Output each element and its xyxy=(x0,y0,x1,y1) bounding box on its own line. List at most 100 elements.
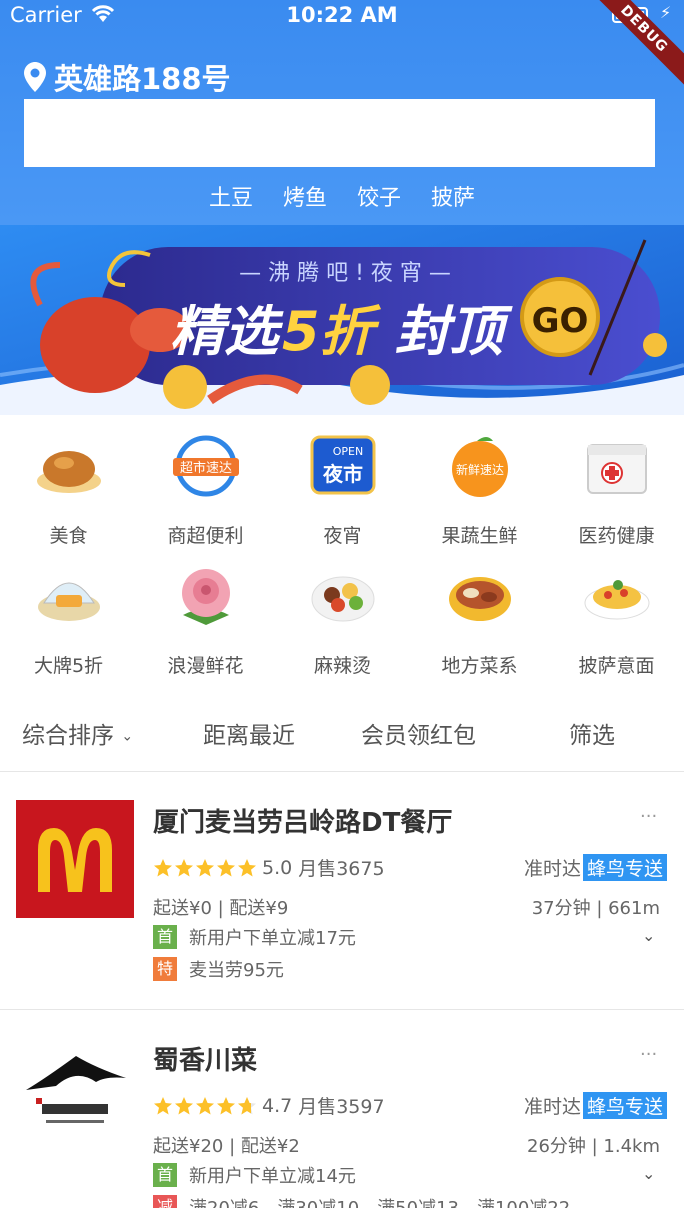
sort-comprehensive[interactable]: 综合排序 ⌄ xyxy=(22,716,133,750)
filter-button[interactable]: 筛选 xyxy=(569,716,615,750)
address-selector[interactable]: 英雄路188号 xyxy=(24,56,231,98)
spicy-hotpot-icon xyxy=(311,576,375,622)
star-half-icon xyxy=(238,1096,256,1114)
category-grid: 美食 超市速达 商超便利 OPEN 夜市 夜宵 新鲜速达 果蔬生鲜 医药健康 大… xyxy=(0,425,684,695)
rating-score: 5.0 xyxy=(262,856,293,879)
svg-text:OPEN: OPEN xyxy=(333,445,363,458)
rating-score: 4.7 xyxy=(262,1094,293,1117)
promo-item: 特 麦当劳95元 xyxy=(153,956,284,982)
star-icon xyxy=(217,1096,235,1114)
category-label: 大牌5折 xyxy=(33,655,104,677)
category-label: 披萨意面 xyxy=(578,655,655,677)
category-local-cuisine[interactable]: 地方菜系 xyxy=(411,555,548,685)
shuxiang-logo xyxy=(16,1038,134,1156)
svg-text:夜市: 夜市 xyxy=(322,462,363,486)
shop-logo xyxy=(16,800,134,918)
promo-tag: 首 xyxy=(153,925,177,949)
rating-stars: 5.0 月售3675 xyxy=(153,854,385,881)
delivery-time-distance: 26分钟 | 1.4km xyxy=(527,1136,660,1157)
more-options-icon[interactable]: ··· xyxy=(640,806,657,827)
svg-text:新鲜速达: 新鲜速达 xyxy=(456,462,504,477)
sort-bar: 综合排序 ⌄ 距离最近 会员领红包 筛选 xyxy=(0,700,684,772)
shop-list-item[interactable]: 厦门麦当劳吕岭路DT餐厅 ··· 5.0 月售3675 准时达 蜂鸟专送 起送¥… xyxy=(0,772,684,1010)
star-icon xyxy=(175,1096,193,1114)
sort-comprehensive-label: 综合排序 xyxy=(22,723,114,749)
fresh-fruit-icon: 新鲜速达 xyxy=(452,437,508,497)
hot-word-potato[interactable]: 土豆 xyxy=(209,180,253,212)
ontime-label: 准时达 xyxy=(524,858,582,880)
star-icon xyxy=(196,1096,214,1114)
banner-headline-b: 5折 xyxy=(282,300,382,363)
star-icon xyxy=(238,858,256,876)
pizza-pasta-icon xyxy=(584,580,650,620)
star-icon xyxy=(196,858,214,876)
hot-word-dumplings[interactable]: 饺子 xyxy=(357,180,401,212)
chevron-down-icon: ⌄ xyxy=(121,728,134,745)
night-market-icon: OPEN 夜市 xyxy=(310,435,376,495)
delivery-badge: 准时达 蜂鸟专送 xyxy=(524,1092,668,1119)
category-label: 麻辣烫 xyxy=(313,655,371,677)
banner-headline-c: 封顶 xyxy=(395,300,513,363)
banner-go-text: GO xyxy=(532,301,589,341)
promo-tag: 减 xyxy=(153,1195,177,1208)
category-brand-discount[interactable]: 大牌5折 xyxy=(0,555,137,685)
sort-vip-coupon[interactable]: 会员领红包 xyxy=(361,716,476,750)
promo-tag: 特 xyxy=(153,957,177,981)
charging-icon: ⚡ xyxy=(660,3,672,22)
promo-tag: 首 xyxy=(153,1163,177,1187)
shop-logo xyxy=(16,1038,134,1156)
delivery-fee: 起送¥20 | 配送¥2 xyxy=(153,1136,300,1157)
promo-item: 减 满20减6，满30减10，满50减13，满100减22 xyxy=(153,1194,570,1208)
delivery-time-distance: 37分钟 | 661m xyxy=(531,898,660,919)
search-input[interactable] xyxy=(24,99,655,167)
banner-graphic: — 沸 腾 吧 ! 夜 宵 — 精选 5折 封顶 GO xyxy=(0,225,684,415)
category-fresh[interactable]: 新鲜速达 果蔬生鲜 xyxy=(411,425,548,555)
fengniao-badge: 蜂鸟专送 xyxy=(583,1092,668,1119)
promo-text: 新用户下单立减17元 xyxy=(189,928,356,949)
delivery-fee: 起送¥0 | 配送¥9 xyxy=(153,898,289,919)
expand-promos-icon[interactable]: ⌄ xyxy=(642,1164,655,1183)
local-dish-icon xyxy=(449,577,511,621)
more-options-icon[interactable]: ··· xyxy=(640,1044,657,1065)
shop-list-item[interactable]: 蜀香川菜 ··· 4.7 月售3597 准时达 蜂鸟专送 起送¥20 | 配送¥… xyxy=(0,1010,684,1208)
banner-headline-a: 精选 xyxy=(170,300,284,363)
sort-nearest[interactable]: 距离最近 xyxy=(203,716,295,750)
header: Carrier 10:22 AM ⚡ DEBUG 英雄路188号 土豆 烤鱼 饺… xyxy=(0,0,684,225)
star-icon xyxy=(154,858,172,876)
star-icon xyxy=(217,858,235,876)
rating-stars: 4.7 月售3597 xyxy=(153,1092,385,1119)
supermarket-icon: 超市速达 xyxy=(173,435,239,497)
category-malatang[interactable]: 麻辣烫 xyxy=(274,555,411,685)
fengniao-badge: 蜂鸟专送 xyxy=(583,854,668,881)
delivery-badge: 准时达 蜂鸟专送 xyxy=(524,854,668,881)
expand-promos-icon[interactable]: ⌄ xyxy=(642,926,655,945)
shop-name: 蜀香川菜 xyxy=(153,1046,258,1076)
promo-text: 满20减6，满30减10，满50减13，满100减22 xyxy=(189,1194,570,1208)
rose-icon xyxy=(182,569,230,625)
promo-item: 首 新用户下单立减14元 xyxy=(153,1162,356,1188)
category-medicine[interactable]: 医药健康 xyxy=(548,425,684,555)
category-label: 夜宵 xyxy=(323,525,362,547)
monthly-sales: 月售3675 xyxy=(298,858,385,880)
category-night[interactable]: OPEN 夜市 夜宵 xyxy=(274,425,411,555)
promo-text: 麦当劳95元 xyxy=(189,960,284,981)
category-label: 医药健康 xyxy=(578,525,655,547)
promo-item: 首 新用户下单立减17元 xyxy=(153,924,356,950)
category-pizza-pasta[interactable]: 披萨意面 xyxy=(548,555,684,685)
address-text: 英雄路188号 xyxy=(54,62,231,96)
medicine-box-icon xyxy=(587,444,647,494)
status-bar: Carrier 10:22 AM ⚡ xyxy=(0,0,684,30)
category-supermarket[interactable]: 超市速达 商超便利 xyxy=(137,425,274,555)
promo-text: 新用户下单立减14元 xyxy=(189,1166,356,1187)
hot-word-grilled-fish[interactable]: 烤鱼 xyxy=(283,180,327,212)
hot-word-pizza[interactable]: 披萨 xyxy=(431,180,475,212)
svg-text:超市速达: 超市速达 xyxy=(180,460,232,476)
category-food[interactable]: 美食 xyxy=(0,425,137,555)
promo-banner[interactable]: — 沸 腾 吧 ! 夜 宵 — 精选 5折 封顶 GO xyxy=(0,225,684,415)
star-icon xyxy=(154,1096,172,1114)
ontime-label: 准时达 xyxy=(524,1096,582,1118)
location-pin-icon xyxy=(24,62,46,92)
category-label: 果蔬生鲜 xyxy=(441,525,518,547)
category-flowers[interactable]: 浪漫鲜花 xyxy=(137,555,274,685)
category-label: 美食 xyxy=(49,525,88,547)
